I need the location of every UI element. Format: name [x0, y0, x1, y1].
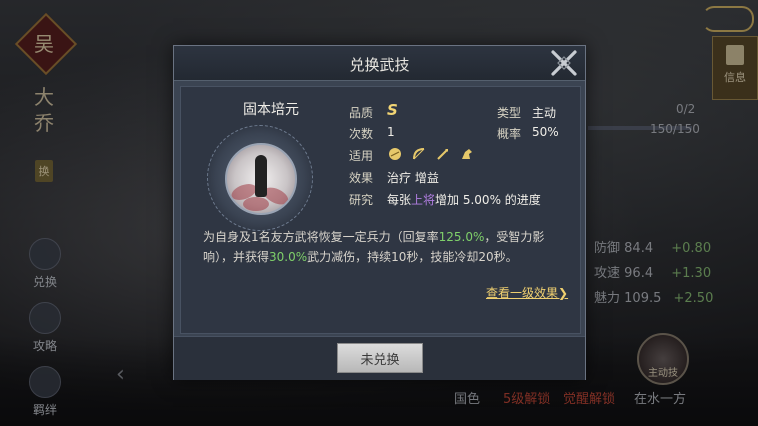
- dialog-body: 固本培元 品质 S 类型 主动 次数 1 概率 50% 适用 效果 治疗 增益 …: [180, 86, 581, 334]
- petal: [243, 197, 269, 211]
- research-text: 每张上将增加 5.00% 的进度: [387, 191, 541, 208]
- apply-label: 适用: [349, 149, 374, 163]
- rate-label: 概率: [497, 127, 522, 141]
- effect-value: 治疗 增益: [387, 171, 439, 185]
- effect-label: 效果: [349, 171, 374, 185]
- view-level1-effect-link[interactable]: 查看一级效果❯: [486, 284, 568, 301]
- research-pre: 每张: [387, 193, 412, 207]
- desc-heal-rate: 125.0%: [438, 230, 485, 244]
- bow-icon: [411, 146, 427, 162]
- research-label: 研究: [349, 193, 374, 207]
- quality-label: 品质: [349, 106, 374, 120]
- count-label: 次数: [349, 127, 374, 141]
- research-post: 增加 5.00% 的进度: [435, 193, 541, 207]
- dancer-figure: [255, 155, 267, 197]
- exchange-skill-dialog: 兑换武技 固本培元 品质 S 类型 主动 次数 1 概率 50% 适用 效果 治…: [173, 45, 586, 380]
- skill-description: 为自身及1名友方武将恢复一定兵力（回复率125.0%，受智力影响），并获得30.…: [203, 227, 563, 267]
- count-value: 1: [387, 125, 395, 139]
- close-button[interactable]: [548, 47, 580, 79]
- desc-part-1: 为自身及1名友方武将恢复一定兵力（回复率: [203, 230, 439, 244]
- skill-name: 固本培元: [243, 102, 299, 118]
- apply-unit-icons: [387, 146, 475, 162]
- chevron-right-icon: ❯: [558, 286, 569, 300]
- skill-emblem-icon: [225, 143, 297, 215]
- shield-icon: [387, 146, 403, 162]
- type-value: 主动: [532, 106, 557, 120]
- more-link-label: 查看一级效果: [486, 286, 559, 300]
- spear-icon: [435, 146, 451, 162]
- quality-grade: S: [387, 101, 398, 119]
- horse-icon: [459, 146, 475, 162]
- desc-reduction: 30.0%: [269, 250, 308, 264]
- dialog-footer: 未兑换: [174, 336, 585, 380]
- type-label: 类型: [497, 106, 522, 120]
- research-highlight: 上将: [411, 193, 436, 207]
- dialog-title: 兑换武技: [349, 56, 410, 74]
- close-icon: [551, 50, 577, 76]
- not-exchanged-button[interactable]: 未兑换: [337, 343, 423, 373]
- dialog-header: 兑换武技: [174, 46, 585, 81]
- desc-part-3: 武力减伤，持续10秒，技能冷却20秒。: [307, 250, 518, 264]
- rate-value: 50%: [532, 125, 559, 139]
